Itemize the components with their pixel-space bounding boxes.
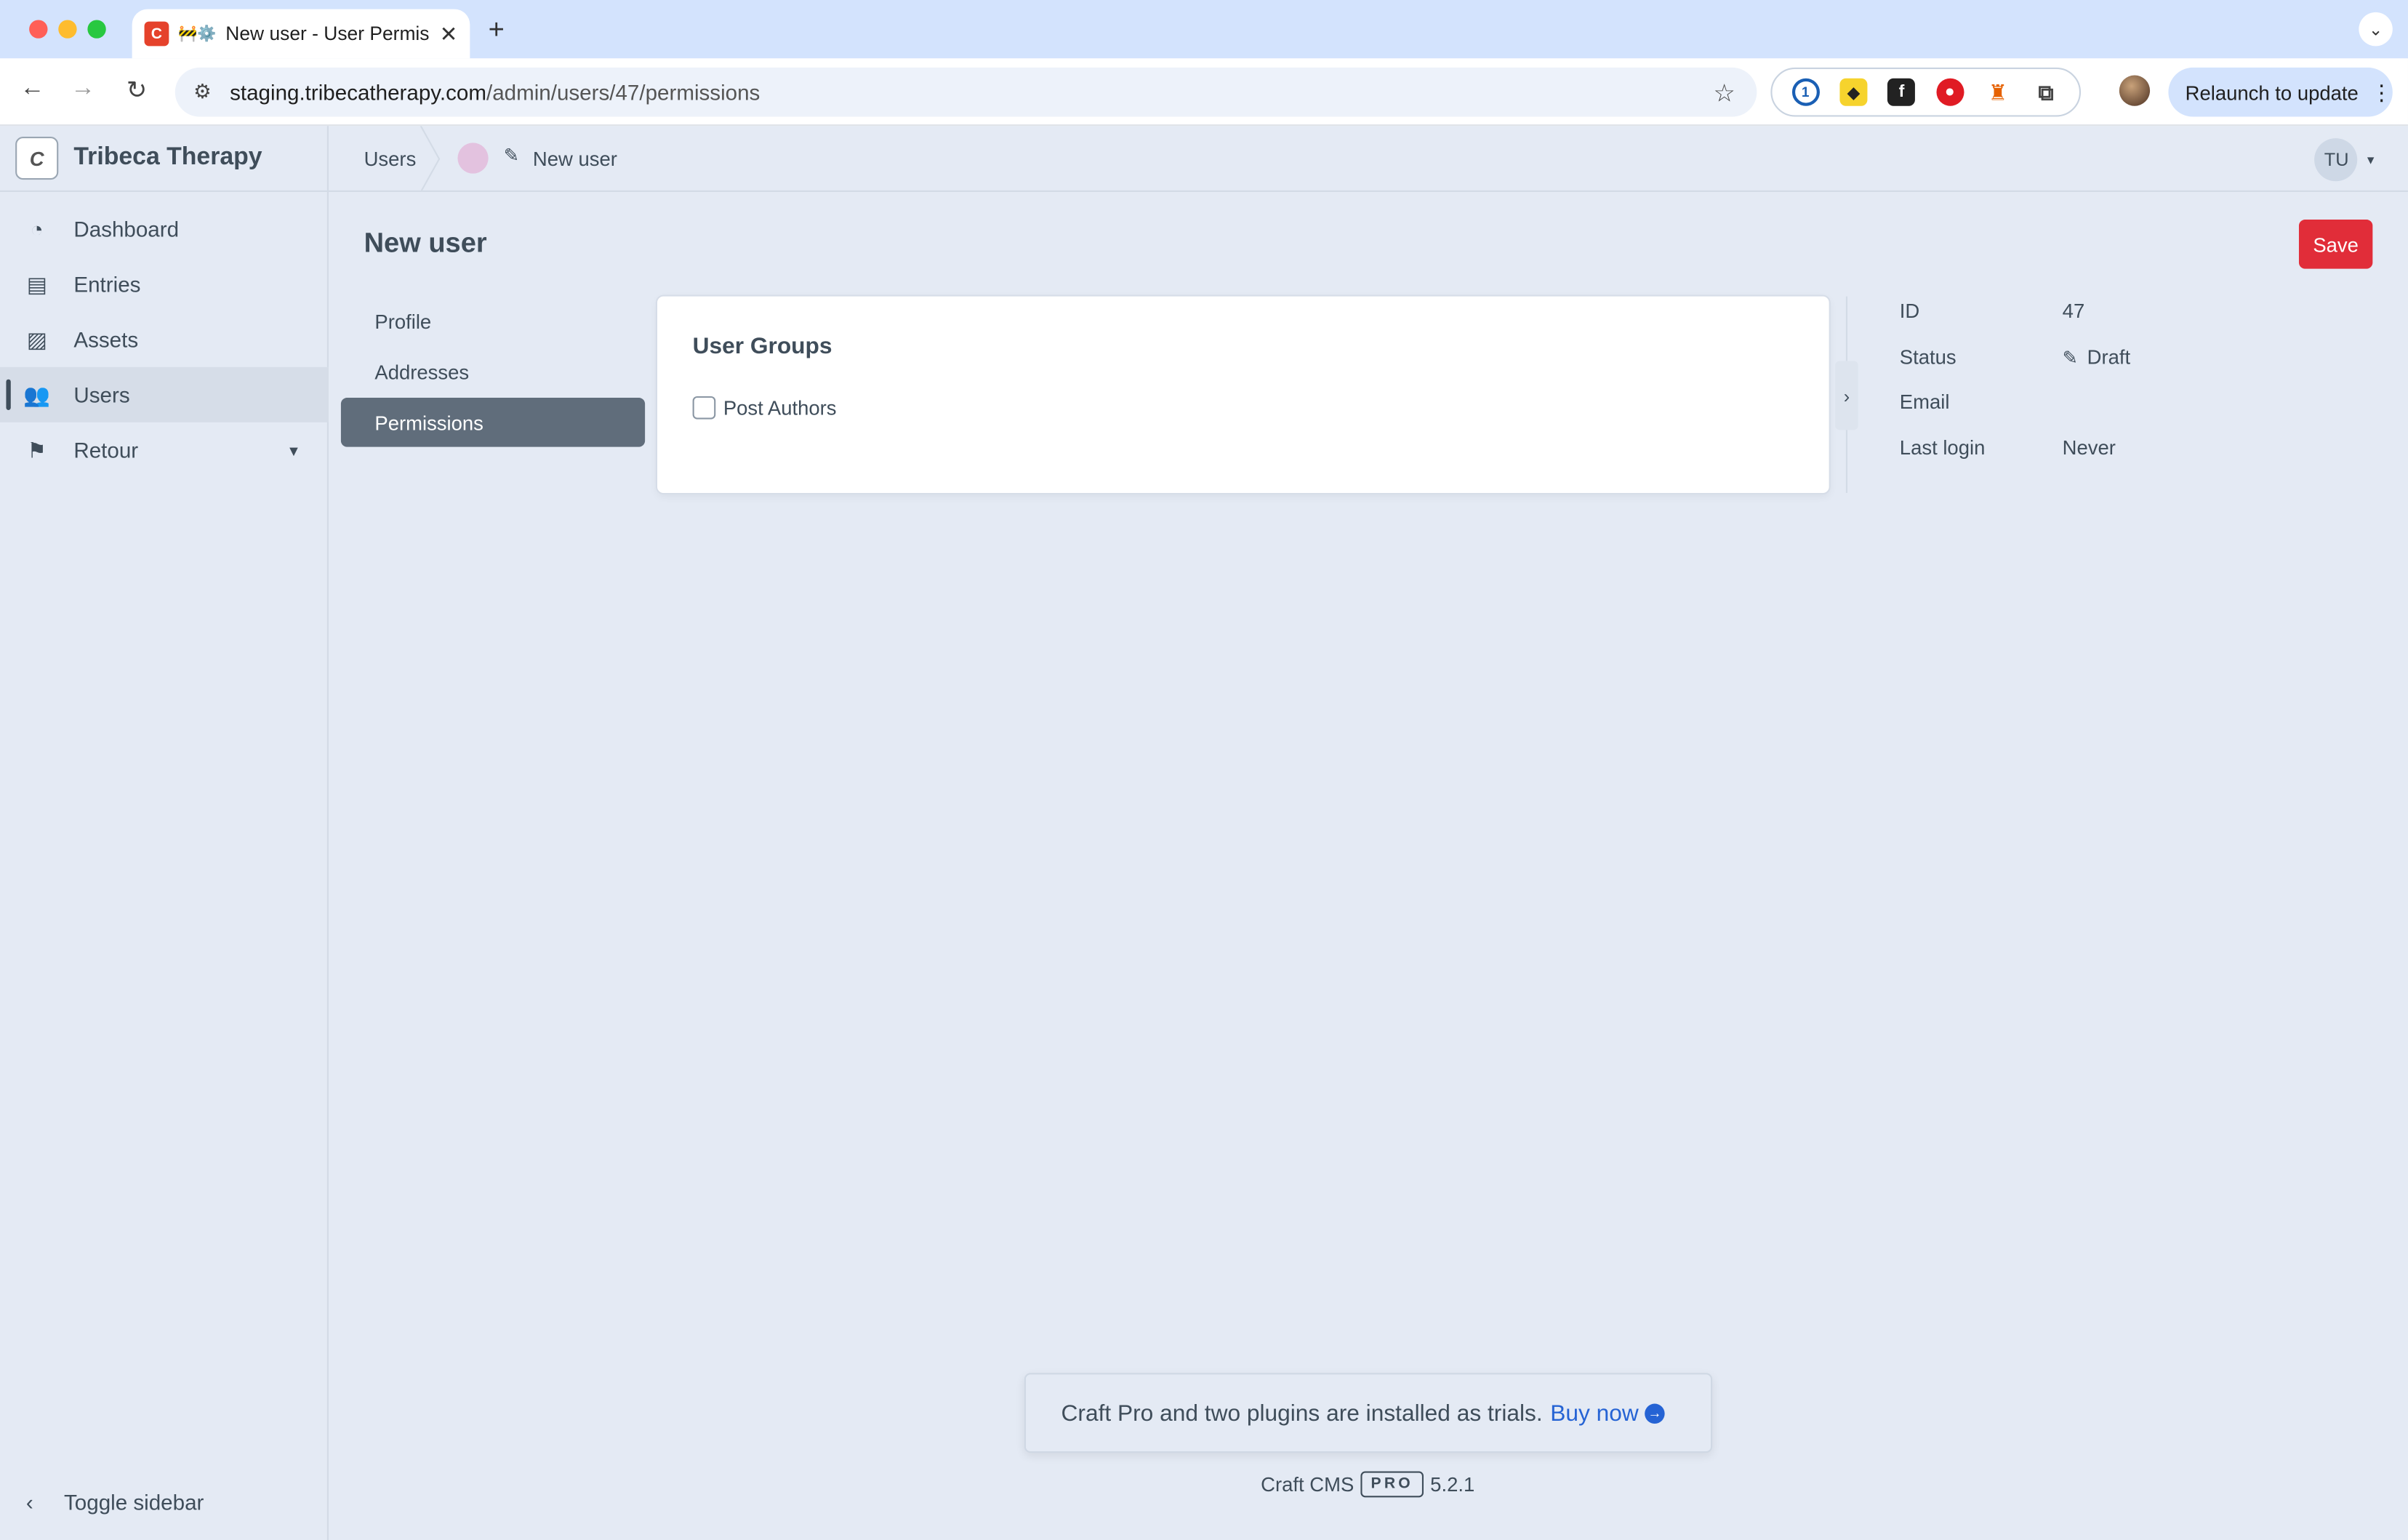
arrow-right-circle-icon: → [1645,1403,1665,1424]
tab-emoji: 🚧⚙️ [178,25,217,43]
edition-badge: PRO [1360,1471,1424,1498]
craft-favicon-icon: C [144,21,169,47]
forward-arrow-icon[interactable]: → [66,75,100,103]
draft-icon: ✎ [503,144,520,167]
kebab-menu-icon[interactable]: ⋮ [2371,79,2393,105]
meta-id-value: 47 [2062,299,2085,323]
footer-version: 5.2.1 [1430,1472,1475,1496]
sidebar-item-users[interactable]: 👥 Users [0,366,329,422]
sidebar-item-label: Entries [73,271,141,297]
sidebar-item-label: Retour [73,437,139,462]
toggle-sidebar-label: Toggle sidebar [64,1489,204,1515]
footer: Craft CMS PRO 5.2.1 [1261,1471,1475,1498]
sidebar-item-dashboard[interactable]: ◔ Dashboard [0,201,329,257]
account-avatar: TU [2315,138,2359,182]
save-button[interactable]: Save [2298,220,2373,269]
breadcrumb: Users ✎ New user TU ▾ [329,126,2408,193]
site-logo-icon: C [15,136,59,180]
meta-status-value: ✎ Draft [2063,345,2130,369]
footer-product: Craft CMS [1261,1472,1354,1496]
post-authors-label[interactable]: Post Authors [723,396,837,420]
sidebar-item-retour[interactable]: ⚑ Retour ▾ [0,422,329,478]
minimize-window-button[interactable] [58,20,77,39]
relaunch-label: Relaunch to update [2185,80,2359,104]
site-name: Tribeca Therapy [73,144,262,171]
browser-tab-bar: C 🚧⚙️ New user - User Permis ✕ + ⌄ [0,0,2408,59]
chevron-left-icon: ‹ [25,1489,33,1515]
adblock-icon[interactable]: ● [1935,78,1964,106]
draft-icon: ✎ [2062,347,2078,369]
meta-last-login-label: Last login [1899,436,1986,460]
user-group-option[interactable]: Post Authors [692,396,837,420]
browser-tab[interactable]: C 🚧⚙️ New user - User Permis ✕ [132,9,470,59]
user-menu[interactable]: TU ▾ [2315,138,2375,182]
meta-status-label: Status [1899,345,1956,369]
close-window-button[interactable] [29,20,48,39]
toggle-sidebar-button[interactable]: ‹ Toggle sidebar [0,1475,329,1530]
puzzle-icon[interactable]: ⧉ [2032,79,2060,106]
sidebar-item-entries[interactable]: ▤ Entries [0,257,329,312]
site-settings-icon[interactable]: ⚙ [193,80,212,105]
extension-figure-icon[interactable]: ♜ [1984,79,2012,106]
tab-search-chevron-icon[interactable]: ⌄ [2359,12,2393,47]
close-tab-icon[interactable]: ✕ [440,21,458,47]
sidebar-item-label: Assets [73,326,139,352]
user-groups-heading: User Groups [692,333,832,360]
back-arrow-icon[interactable]: ← [15,75,49,103]
user-avatar-placeholder [457,143,489,174]
image-icon: ▨ [26,326,47,351]
browser-toolbar: ← → ↻ ⚙ staging.tribecatherapy.com/admin… [0,58,2408,127]
status-text: Draft [2087,345,2131,369]
subnav-item-profile[interactable]: Profile [341,297,645,346]
meta-email-label: Email [1899,390,1950,414]
site-header[interactable]: C Tribeca Therapy [0,126,329,193]
font-extension-icon[interactable]: f [1887,78,1916,106]
sidebar-item-assets[interactable]: ▨ Assets [0,312,329,367]
subnav-item-permissions[interactable]: Permissions [340,398,646,447]
sidebar-item-label: Users [73,382,130,407]
new-tab-icon[interactable]: + [489,14,505,46]
user-groups-card: User Groups Post Authors [657,296,1829,494]
chevron-down-icon: ▾ [2367,151,2375,167]
meta-last-login-value: Never [2062,436,2116,460]
users-icon: 👥 [23,381,51,406]
url-host: staging.tribecatherapy.com [230,79,486,105]
post-authors-checkbox[interactable] [692,396,716,420]
meta-id-label: ID [1899,299,1920,323]
buy-now-link[interactable]: Buy now → [1550,1400,1665,1427]
bookmark-star-icon[interactable]: ☆ [1713,79,1735,109]
password-manager-icon[interactable]: 1 [1791,78,1820,106]
extension-diamond-icon[interactable]: ◆ [1839,78,1868,106]
trial-banner: Craft Pro and two plugins are installed … [1024,1373,1713,1453]
signpost-icon: ⚑ [27,436,47,462]
trial-message: Craft Pro and two plugins are installed … [1061,1400,1543,1427]
chevron-right-icon: › [1843,385,1850,406]
url-path: /admin/users/47/permissions [486,79,760,105]
gauge-icon: ◔ [30,216,44,241]
page-title: New user [364,227,487,258]
breadcrumb-current[interactable]: New user [533,148,617,171]
relaunch-button[interactable]: Relaunch to update ⋮ [2168,67,2393,117]
chevron-down-icon[interactable]: ▾ [289,440,298,460]
collapse-details-button[interactable]: › [1835,361,1858,430]
address-bar[interactable]: ⚙ staging.tribecatherapy.com/admin/users… [174,67,1757,117]
maximize-window-button[interactable] [87,20,106,39]
extensions-group: 1 ◆ f ● ♜ ⧉ [1770,67,2082,117]
newspaper-icon: ▤ [26,270,47,296]
buy-now-label: Buy now [1550,1400,1639,1427]
browser-profile-avatar[interactable] [2119,75,2151,106]
tab-title: New user - User Permis [225,23,430,45]
sidebar: C Tribeca Therapy ◔ Dashboard ▤ Entries … [0,126,329,1540]
breadcrumb-users-link[interactable]: Users [364,148,417,171]
sidebar-item-label: Dashboard [73,216,180,241]
breadcrumb-separator [420,126,441,193]
reload-icon[interactable]: ↻ [120,75,153,105]
subnav-item-addresses[interactable]: Addresses [341,347,645,396]
